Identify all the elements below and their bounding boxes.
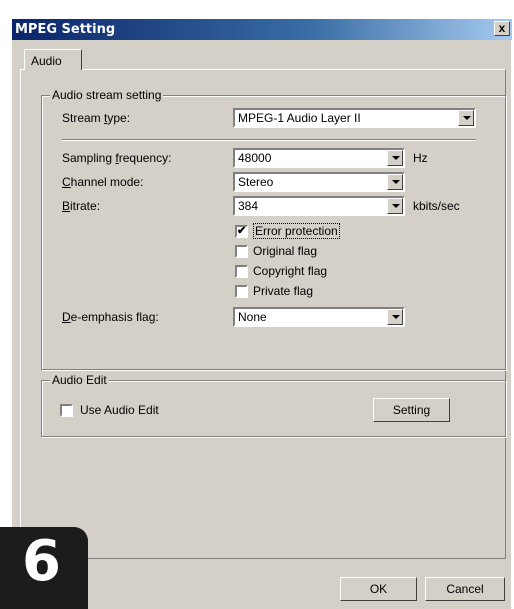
channel-mode-label: Channel mode:: [62, 175, 144, 189]
chevron-down-icon[interactable]: [387, 198, 403, 214]
original-flag-checkbox[interactable]: [235, 245, 248, 258]
sampling-frequency-label: Sampling frequency:: [62, 151, 172, 165]
separator: [62, 139, 476, 141]
copyright-flag-checkbox[interactable]: [235, 265, 248, 278]
stream-type-select[interactable]: MPEG-1 Audio Layer II: [233, 108, 476, 128]
private-flag-label[interactable]: Private flag: [253, 284, 313, 298]
audio-stream-group-title: Audio stream setting: [50, 88, 164, 102]
channel-mode-select[interactable]: Stereo: [233, 172, 405, 192]
bitrate-select[interactable]: 384: [233, 196, 405, 216]
private-flag-checkbox[interactable]: [235, 285, 248, 298]
mpeg-setting-dialog: MPEG Setting x Audio Audio stream settin…: [11, 19, 512, 609]
deemphasis-select[interactable]: None: [233, 307, 405, 327]
close-button[interactable]: x: [494, 21, 510, 36]
bitrate-value: 384: [238, 199, 259, 213]
sampling-frequency-value: 48000: [238, 151, 272, 165]
sampling-frequency-select[interactable]: 48000: [233, 148, 405, 168]
deemphasis-value: None: [238, 310, 267, 324]
chevron-down-icon[interactable]: [387, 309, 403, 325]
audio-stream-group: Audio stream setting Stream type: MPEG-1…: [41, 88, 506, 370]
audio-edit-group: Audio Edit Use Audio Edit Setting: [41, 373, 506, 437]
use-audio-edit-label[interactable]: Use Audio Edit: [80, 403, 159, 417]
tab-audio[interactable]: Audio: [24, 49, 82, 70]
ok-button[interactable]: OK: [340, 577, 417, 601]
copyright-flag-label[interactable]: Copyright flag: [253, 264, 327, 278]
use-audio-edit-checkbox[interactable]: [60, 404, 73, 417]
deemphasis-label: De-emphasis flag:: [62, 310, 159, 324]
channel-mode-value: Stereo: [238, 175, 274, 189]
bitrate-label: Bitrate:: [62, 199, 101, 213]
bitrate-unit: kbits/sec: [413, 199, 460, 213]
error-protection-checkbox[interactable]: ✔: [235, 225, 248, 238]
original-flag-label[interactable]: Original flag: [253, 244, 317, 258]
audio-tab-panel: Audio stream setting Stream type: MPEG-1…: [20, 69, 506, 559]
title-bar[interactable]: MPEG Setting x: [12, 19, 512, 40]
sampling-frequency-unit: Hz: [413, 151, 428, 165]
checkmark-icon: ✔: [237, 225, 247, 237]
error-protection-label[interactable]: Error protection: [253, 223, 340, 239]
step-number: 6: [22, 529, 61, 594]
step-number-badge: 6: [0, 527, 88, 609]
audio-edit-group-title: Audio Edit: [50, 373, 109, 387]
stream-type-value: MPEG-1 Audio Layer II: [238, 111, 361, 125]
chevron-down-icon[interactable]: [387, 174, 403, 190]
setting-button[interactable]: Setting: [373, 398, 450, 422]
chevron-down-icon[interactable]: [458, 110, 474, 126]
chevron-down-icon[interactable]: [387, 150, 403, 166]
cancel-button[interactable]: Cancel: [425, 577, 505, 601]
stream-type-label: Stream type:: [62, 111, 131, 125]
window-title: MPEG Setting: [15, 22, 116, 37]
